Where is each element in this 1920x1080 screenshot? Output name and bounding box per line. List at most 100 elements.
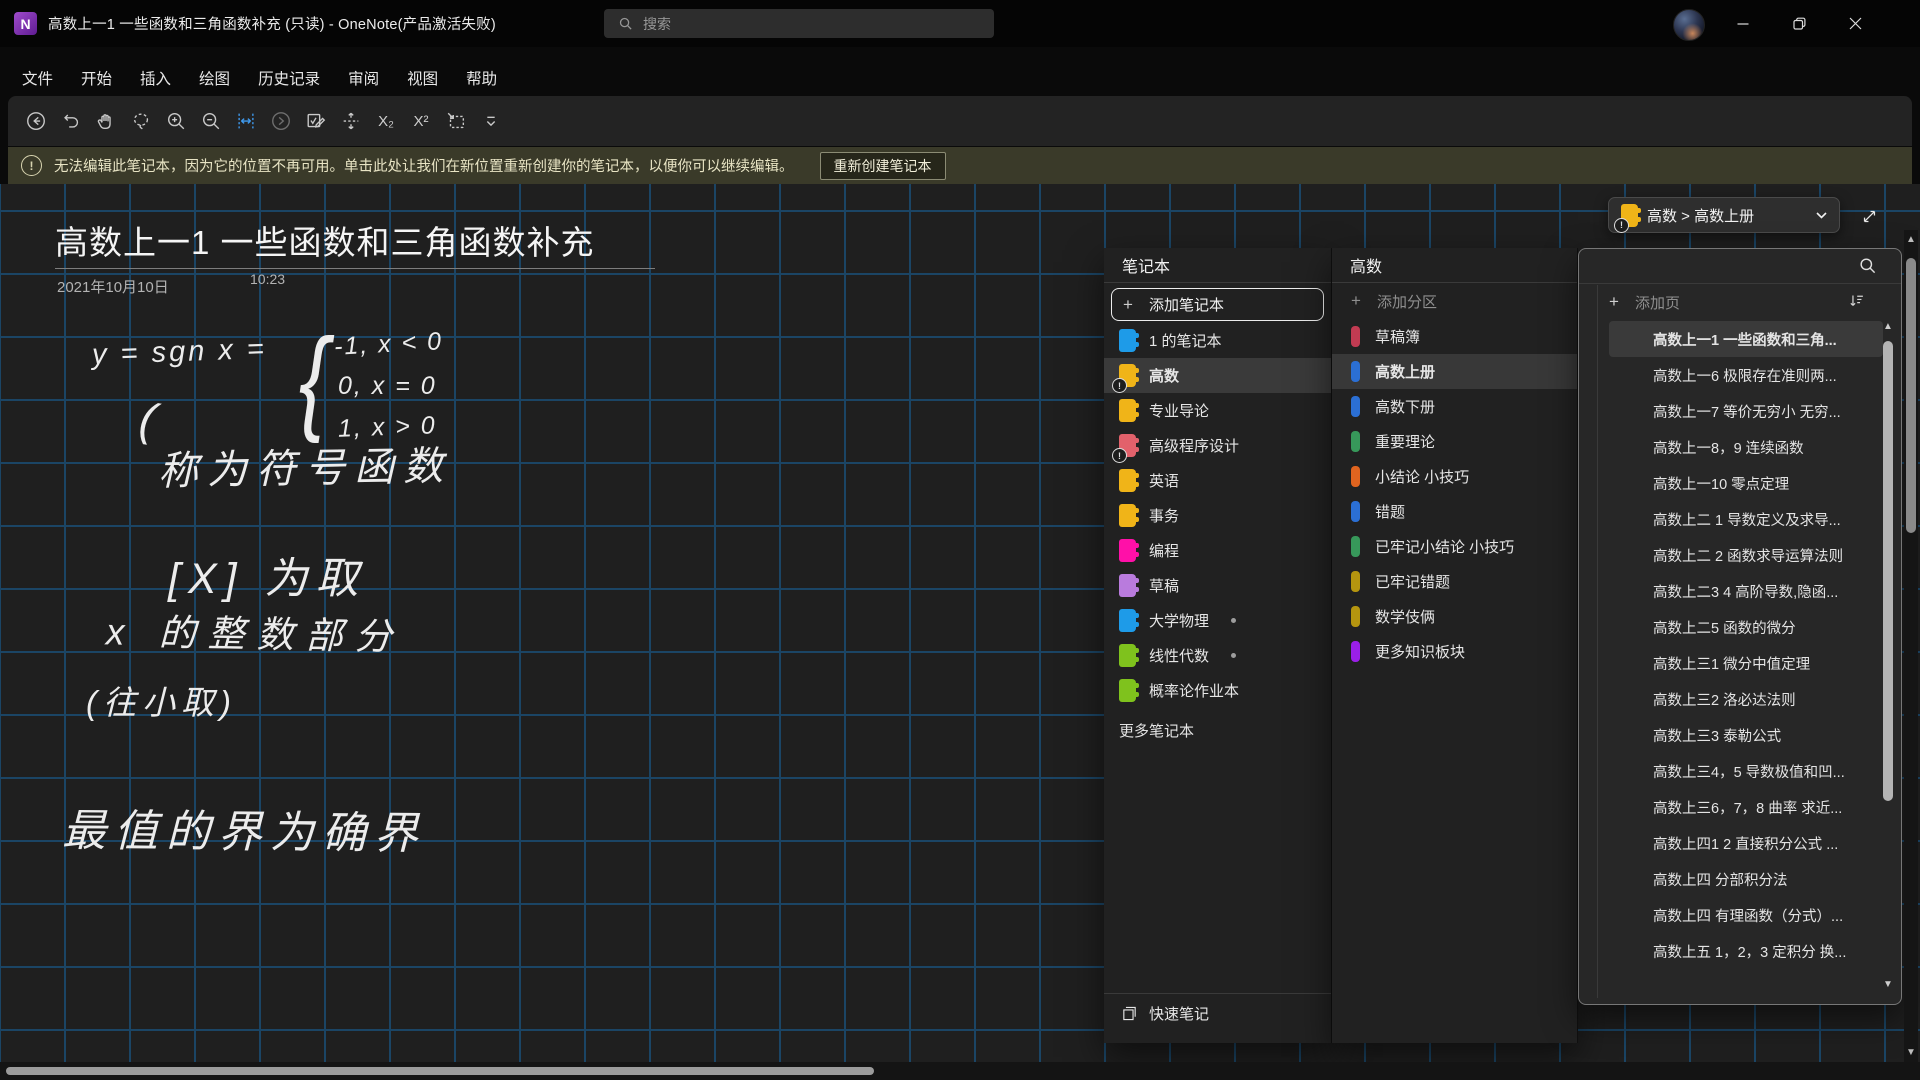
insert-space-button[interactable] xyxy=(337,106,365,136)
back-button[interactable] xyxy=(22,106,50,136)
ink-to-math-button[interactable] xyxy=(302,106,330,136)
superscript-button[interactable]: X² xyxy=(407,106,435,136)
scroll-down-icon[interactable]: ▼ xyxy=(1904,1047,1918,1058)
notebook-item[interactable]: 1 的笔记本 xyxy=(1104,323,1331,358)
section-item[interactable]: 错题 xyxy=(1332,494,1577,529)
more-notebooks-link[interactable]: 更多笔记本 xyxy=(1104,708,1331,741)
vertical-scrollbar[interactable]: ▲ ▼ xyxy=(1904,230,1918,1062)
notebook-label: 大学物理 xyxy=(1149,610,1209,631)
pan-button[interactable] xyxy=(92,106,120,136)
lasso-select-button[interactable] xyxy=(127,106,155,136)
section-item[interactable]: 数学伎俩 xyxy=(1332,599,1577,634)
notebook-breadcrumb-dropdown[interactable]: ! 高数 > 高数上册 xyxy=(1608,197,1840,233)
section-item[interactable]: 小结论 小技巧 xyxy=(1332,459,1577,494)
section-item[interactable]: 已牢记错题 xyxy=(1332,564,1577,599)
page-item[interactable]: 高数上二 2 函数求导运算法则 xyxy=(1609,537,1883,573)
notebook-item[interactable]: !高数 xyxy=(1104,358,1331,393)
section-item[interactable]: 高数上册 xyxy=(1332,354,1577,389)
page-item[interactable]: 高数上一10 零点定理 xyxy=(1609,465,1883,501)
menu-draw[interactable]: 绘图 xyxy=(199,67,230,89)
section-label: 数学伎俩 xyxy=(1375,606,1435,627)
page-item[interactable]: 高数上四1 2 直接积分公式 ... xyxy=(1609,825,1883,861)
notebook-item[interactable]: 线性代数 xyxy=(1104,638,1331,673)
horizontal-scrollbar[interactable] xyxy=(0,1062,1920,1080)
zoom-out-button[interactable] xyxy=(197,106,225,136)
zoom-in-button[interactable] xyxy=(162,106,190,136)
add-section-button[interactable]: + 添加分区 xyxy=(1332,283,1577,319)
section-color-tab xyxy=(1351,641,1360,662)
quick-notes-button[interactable]: 快速笔记 xyxy=(1104,993,1331,1032)
recreate-notebook-button[interactable]: 重新创建笔记本 xyxy=(820,152,946,180)
vertical-scrollbar-thumb[interactable] xyxy=(1906,258,1916,533)
pages-scrollbar[interactable]: ▲ ▼ xyxy=(1882,321,1894,990)
menu-help[interactable]: 帮助 xyxy=(466,67,497,89)
page-item[interactable]: 高数上二3 4 高阶导数,隐函... xyxy=(1609,573,1883,609)
notebook-item[interactable]: 编程 xyxy=(1104,533,1331,568)
menu-home[interactable]: 开始 xyxy=(81,67,112,89)
page-item[interactable]: 高数上二5 函数的微分 xyxy=(1609,609,1883,645)
page-item[interactable]: 高数上一6 极限存在准则两... xyxy=(1609,357,1883,393)
notebook-item[interactable]: 专业导论 xyxy=(1104,393,1331,428)
page-item[interactable]: 高数上四 有理函数（分式）... xyxy=(1609,897,1883,933)
page-item[interactable]: 高数上三2 洛必达法则 xyxy=(1609,681,1883,717)
horizontal-scrollbar-thumb[interactable] xyxy=(6,1067,874,1075)
notebook-warning-bar[interactable]: ! 无法编辑此笔记本，因为它的位置不再可用。单击此处让我们在新位置重新创建你的笔… xyxy=(8,147,1912,184)
page-item[interactable]: 高数上一7 等价无穷小 无穷... xyxy=(1609,393,1883,429)
notebook-item[interactable]: 事务 xyxy=(1104,498,1331,533)
pages-scrollbar-thumb[interactable] xyxy=(1883,341,1893,801)
page-item[interactable]: 高数上五 1，2，3 定积分 换... xyxy=(1609,933,1883,969)
page-item[interactable]: 高数上一8，9 连续函数 xyxy=(1609,429,1883,465)
pages-panel-header xyxy=(1579,249,1901,284)
section-item[interactable]: 高数下册 xyxy=(1332,389,1577,424)
section-label: 错题 xyxy=(1375,501,1405,522)
menu-file[interactable]: 文件 xyxy=(22,67,53,89)
menu-history[interactable]: 历史记录 xyxy=(258,67,320,89)
section-item[interactable]: 草稿簿 xyxy=(1332,319,1577,354)
page-title[interactable]: 高数上一1 一些函数和三角函数补充 xyxy=(55,216,595,264)
section-item[interactable]: 已牢记小结论 小技巧 xyxy=(1332,529,1577,564)
notebook-item[interactable]: !高级程序设计 xyxy=(1104,428,1331,463)
notebook-label: 高数 xyxy=(1149,365,1179,386)
notebook-icon xyxy=(1119,329,1136,352)
notebook-item[interactable]: 英语 xyxy=(1104,463,1331,498)
search-pages-icon[interactable] xyxy=(1858,256,1877,275)
section-item[interactable]: 更多知识板块 xyxy=(1332,634,1577,669)
notebook-item[interactable]: 草稿 xyxy=(1104,568,1331,603)
page-item[interactable]: 高数上三6，7，8 曲率 求近... xyxy=(1609,789,1883,825)
notebook-label: 1 的笔记本 xyxy=(1149,330,1222,351)
search-input[interactable]: 搜索 xyxy=(604,9,994,38)
minimize-button[interactable] xyxy=(1720,0,1766,47)
sort-pages-icon[interactable] xyxy=(1848,292,1865,309)
section-color-tab xyxy=(1351,326,1360,347)
more-tools-button[interactable] xyxy=(477,106,505,136)
menu-view[interactable]: 视图 xyxy=(407,67,438,89)
add-page-button[interactable]: + 添加页 xyxy=(1579,284,1901,320)
add-notebook-button[interactable]: + 添加笔记本 xyxy=(1111,288,1324,321)
onenote-window: N 高数上一1 一些函数和三角函数补充 (只读) - OneNote(产品激活失… xyxy=(0,0,1920,1080)
close-button[interactable] xyxy=(1832,0,1878,47)
page-item[interactable]: 高数上二 1 导数定义及求导... xyxy=(1609,501,1883,537)
scroll-up-icon[interactable]: ▲ xyxy=(1904,234,1918,245)
scroll-up-icon[interactable]: ▲ xyxy=(1882,321,1894,332)
menu-review[interactable]: 审阅 xyxy=(348,67,379,89)
undo-button[interactable] xyxy=(57,106,85,136)
screen-clipping-button[interactable] xyxy=(442,106,470,136)
subscript-button[interactable]: X₂ xyxy=(372,106,400,136)
page-item[interactable]: 高数上四 分部积分法 xyxy=(1609,861,1883,897)
menu-insert[interactable]: 插入 xyxy=(140,67,171,89)
plus-icon: + xyxy=(1123,295,1133,315)
scroll-down-icon[interactable]: ▼ xyxy=(1882,979,1894,990)
page-item[interactable]: 高数上三3 泰勒公式 xyxy=(1609,717,1883,753)
restore-button[interactable] xyxy=(1776,0,1822,47)
page-item[interactable]: 高数上一1 一些函数和三角... xyxy=(1609,321,1883,357)
page-item[interactable]: 高数上三1 微分中值定理 xyxy=(1609,645,1883,681)
section-item[interactable]: 重要理论 xyxy=(1332,424,1577,459)
ink-stroke: (往小取) xyxy=(86,676,237,724)
fit-page-width-button[interactable] xyxy=(232,106,260,136)
page-item[interactable]: 高数上三4，5 导数极值和凹... xyxy=(1609,753,1883,789)
user-avatar[interactable] xyxy=(1673,9,1705,41)
notebook-item[interactable]: 大学物理 xyxy=(1104,603,1331,638)
expand-panels-icon[interactable] xyxy=(1856,203,1882,229)
forward-button[interactable] xyxy=(267,106,295,136)
notebook-item[interactable]: 概率论作业本 xyxy=(1104,673,1331,708)
